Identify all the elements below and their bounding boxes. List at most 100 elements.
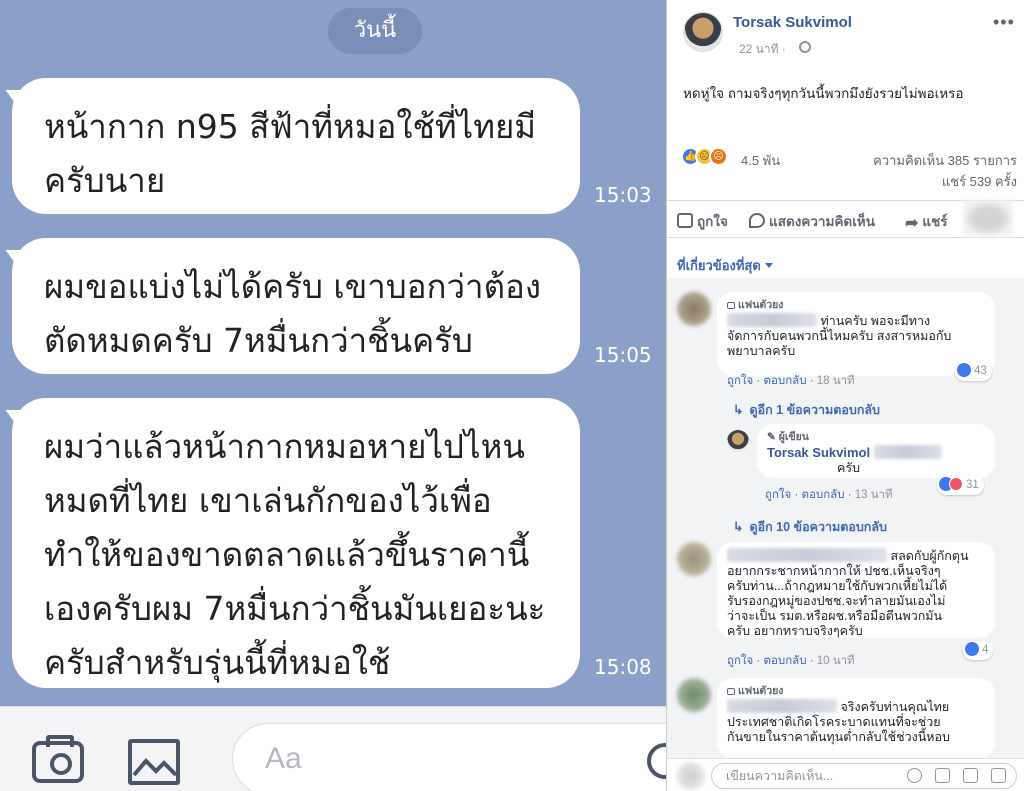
reaction-icons[interactable]: 👍 ☹ ☹ xyxy=(681,147,737,167)
like-label: ถูกใจ xyxy=(697,214,728,229)
more-options-icon[interactable]: ••• xyxy=(993,12,1015,33)
message-bubble[interactable]: ผมขอแบ่งไม่ได้ครับ เขาบอกว่าต้อง ตัดหมดค… xyxy=(0,238,580,374)
avatar[interactable] xyxy=(677,542,711,576)
commenter-name[interactable] xyxy=(727,313,817,327)
badge-label: ผู้เขียน xyxy=(778,431,809,443)
post-author[interactable]: Torsak Sukvimol xyxy=(733,14,852,31)
gif-icon[interactable] xyxy=(963,768,978,783)
message-input[interactable]: Aa xyxy=(232,723,666,791)
share-count[interactable]: แชร์ 539 ครั้ง xyxy=(853,171,1017,192)
pencil-icon: ✎ xyxy=(767,431,779,443)
camera-icon[interactable] xyxy=(32,735,84,783)
top-fan-badge: แฟนตัวยง xyxy=(727,684,985,699)
avatar[interactable] xyxy=(677,678,711,712)
comment-label: แสดงความคิดเห็น xyxy=(769,214,875,229)
badge-icon xyxy=(727,302,735,309)
reply-reply-link[interactable]: ตอบกลับ xyxy=(802,489,845,501)
more-replies-label: ดูอีก 1 ข้อความตอบกลับ xyxy=(749,403,880,417)
comment-time[interactable]: 10 นาที xyxy=(817,655,855,667)
comment-button[interactable]: แสดงความคิดเห็น xyxy=(749,210,875,232)
badge-label: แฟนตัวยง xyxy=(738,685,784,697)
avatar xyxy=(677,762,705,790)
chat-input-bar: Aa xyxy=(0,706,666,791)
comment-bubble: แฟนตัวยง ท่านครับ พอจะมีทาง จัดการกับคนพ… xyxy=(717,292,995,376)
like-button[interactable]: ถูกใจ xyxy=(677,210,728,232)
like-reaction-icon xyxy=(965,642,979,656)
share-button[interactable]: ➦ แชร์ xyxy=(905,210,948,232)
view-more-replies[interactable]: ↳ ดูอีก 1 ข้อความตอบกลับ xyxy=(733,400,880,420)
message-text: ผมว่าแล้วหน้ากากหมอหายไปไหน หมดที่ไทย เข… xyxy=(44,427,546,682)
reply-text: ครับ xyxy=(837,461,861,475)
avatar[interactable] xyxy=(727,430,749,452)
comment-text: สลดกับผู้กักตุน xyxy=(890,549,969,563)
comment-bubble: สลดกับผู้กักตุน อยากกระชากหน้ากากให้ ปชช… xyxy=(717,542,995,638)
bubble-tail xyxy=(0,410,32,436)
date-divider: วันนี้ xyxy=(328,8,422,54)
author-badge: ✎ ผู้เขียน xyxy=(767,430,985,445)
comment-reply-link[interactable]: ตอบกลับ xyxy=(764,375,807,387)
angry-reaction-icon: ☹ xyxy=(709,147,728,166)
facebook-post-panel: Torsak Sukvimol 22 นาที · ••• หดหู่ใจ ถา… xyxy=(666,0,1024,791)
top-fan-badge: แฟนตัวยง xyxy=(727,298,985,313)
reply-actions: ถูกใจ · ตอบกลับ · 13 นาที xyxy=(765,489,893,501)
message-time: 15:03 xyxy=(594,183,652,207)
message-bubble[interactable]: ผมว่าแล้วหน้ากากหมอหายไปไหน หมดที่ไทย เข… xyxy=(0,398,580,688)
image-icon[interactable] xyxy=(128,739,180,785)
love-reaction-icon xyxy=(949,477,963,491)
post-text: หดหู่ใจ ถามจริงๆทุกวันนี้พวกมึงยังรวยไม่… xyxy=(683,86,964,101)
avatar[interactable] xyxy=(963,200,1013,236)
bubble-tail xyxy=(0,250,32,276)
emoji-icon[interactable] xyxy=(907,768,922,783)
commenter-name[interactable] xyxy=(727,699,837,713)
message-bubble[interactable]: หน้ากาก n95 สีฟ้าที่หมอใช้ที่ไทยมี ครับน… xyxy=(0,78,580,214)
comment-text-wrap: ท่านครับ พอจะมีทาง จัดการกับคนพวกนี้ไหมค… xyxy=(727,313,985,359)
comment-bubble: แฟนตัวยง จริงครับท่านคุณไทย ประเทศชาติเก… xyxy=(717,678,995,758)
comment-like-link[interactable]: ถูกใจ xyxy=(727,375,753,387)
thumbs-up-icon xyxy=(677,213,693,228)
message-time: 15:05 xyxy=(594,343,652,367)
reaction-count[interactable]: 4.5 พัน xyxy=(741,150,780,171)
camera-icon[interactable] xyxy=(935,768,950,783)
message-time: 15:08 xyxy=(594,655,652,679)
sort-label: ที่เกี่ยวข้องที่สุด xyxy=(677,258,761,273)
comment-reply-link[interactable]: ตอบกลับ xyxy=(764,655,807,667)
comment-like-link[interactable]: ถูกใจ xyxy=(727,655,753,667)
post-stats: ความคิดเห็น 385 รายการ แชร์ 539 ครั้ง xyxy=(853,150,1017,192)
comment-sort-dropdown[interactable]: ที่เกี่ยวข้องที่สุด xyxy=(677,255,773,276)
comment-icon xyxy=(749,213,765,228)
post-timestamp[interactable]: 22 นาที · xyxy=(739,40,786,59)
commenter-name[interactable] xyxy=(727,548,887,562)
comment-like-count[interactable]: 43 xyxy=(955,362,992,381)
avatar[interactable] xyxy=(683,12,723,52)
share-icon: ➦ xyxy=(905,215,919,232)
comment-text: อยากกระชากหน้ากากให้ ปชช.เห็นจริงๆ ครับท… xyxy=(727,564,948,638)
globe-icon xyxy=(799,41,811,53)
comment-text: ประเทศชาติเกิดโรคระบาดแทนที่จะช่วย กันขา… xyxy=(727,715,950,744)
like-reaction-icon xyxy=(957,363,971,377)
message-text: หน้ากาก n95 สีฟ้าที่หมอใช้ที่ไทยมี ครับน… xyxy=(44,107,537,200)
reply-like-link[interactable]: ถูกใจ xyxy=(765,489,791,501)
comment-actions: ถูกใจ · ตอบกลับ · 10 นาที xyxy=(727,655,855,667)
reply-time[interactable]: 13 นาที xyxy=(855,489,893,501)
more-replies-label: ดูอีก 10 ข้อความตอบกลับ xyxy=(749,520,887,534)
comment-like-count[interactable]: 4 xyxy=(963,641,994,660)
sticker-icon[interactable] xyxy=(991,768,1006,783)
chevron-down-icon xyxy=(764,263,773,268)
reply-bubble: ✎ ผู้เขียน Torsak Sukvimol ครับ xyxy=(757,424,995,478)
comment-time[interactable]: 18 นาที xyxy=(817,375,855,387)
comments-section: แฟนตัวยง ท่านครับ พอจะมีทาง จัดการกับคนพ… xyxy=(667,278,1024,758)
badge-label: แฟนตัวยง xyxy=(738,299,784,311)
tagged-name[interactable] xyxy=(873,445,942,459)
message-text: ผมขอแบ่งไม่ได้ครับ เขาบอกว่าต้อง ตัดหมดค… xyxy=(44,267,541,360)
share-label: แชร์ xyxy=(922,214,948,229)
reply-arrow-icon: ↳ xyxy=(733,403,744,417)
comment-count[interactable]: ความคิดเห็น 385 รายการ xyxy=(853,150,1017,171)
like-count: 31 xyxy=(966,479,979,491)
reply-like-count[interactable]: 31 xyxy=(937,476,984,495)
badge-icon xyxy=(727,688,735,695)
avatar[interactable] xyxy=(677,292,711,326)
reply-arrow-icon: ↳ xyxy=(733,520,744,534)
reply-author[interactable]: Torsak Sukvimol xyxy=(767,445,870,460)
write-comment-bar: เขียนความคิดเห็น... xyxy=(667,758,1024,791)
view-more-replies[interactable]: ↳ ดูอีก 10 ข้อความตอบกลับ xyxy=(733,517,887,537)
